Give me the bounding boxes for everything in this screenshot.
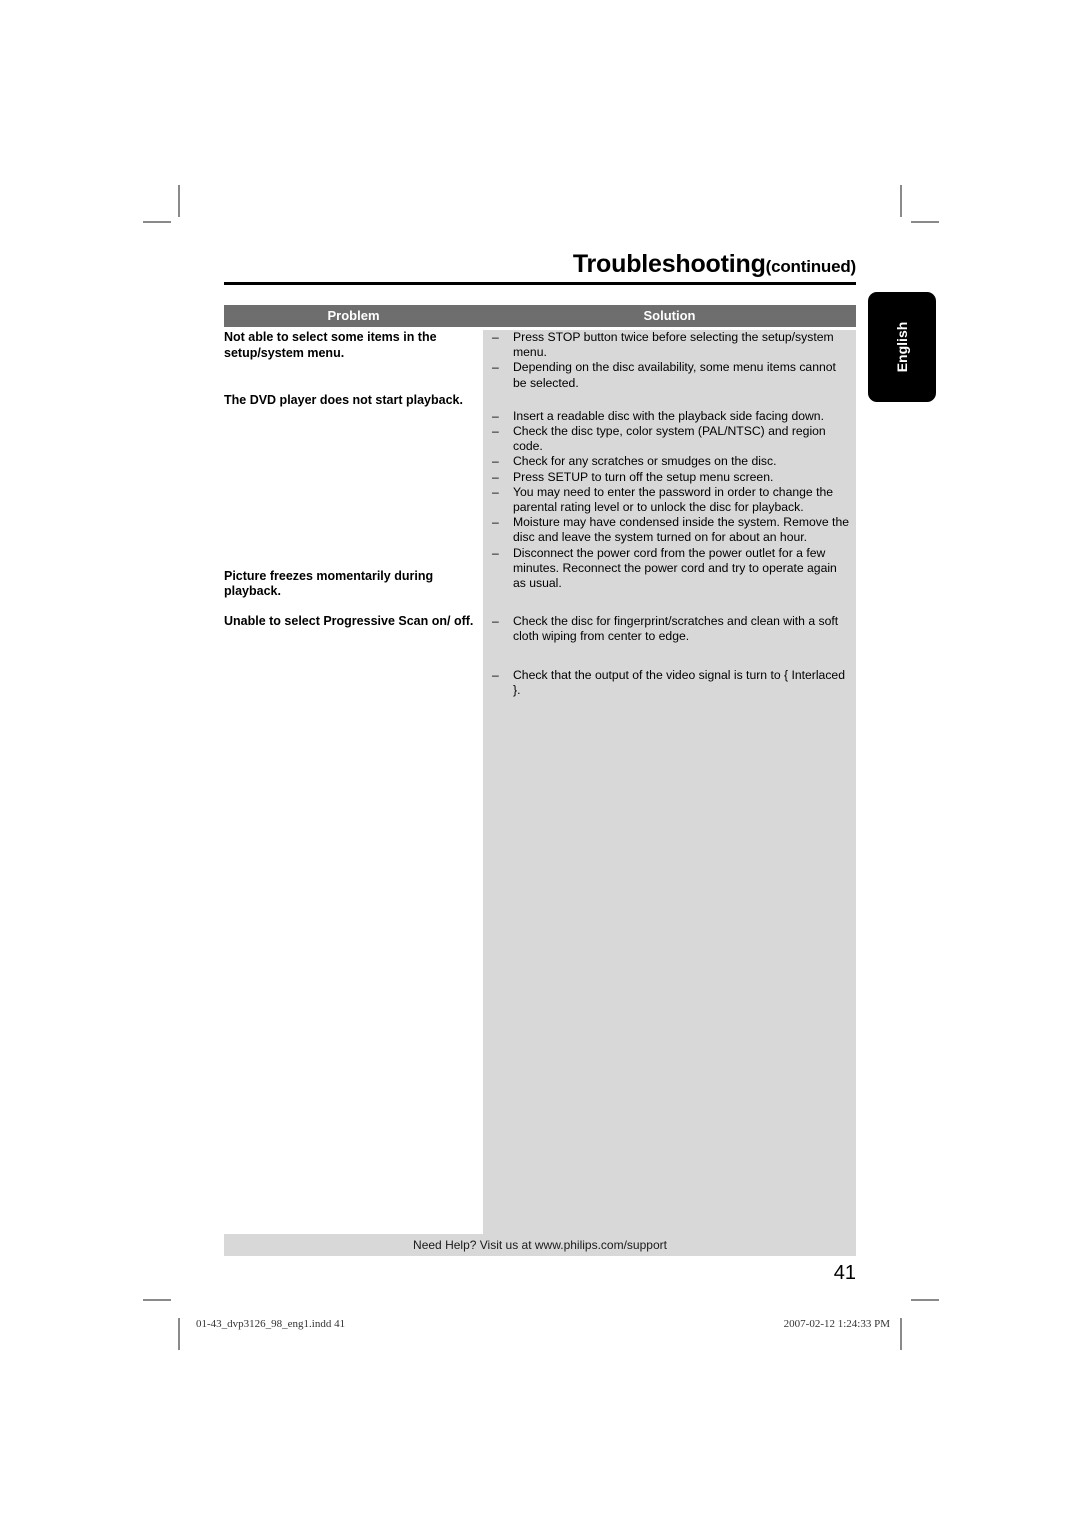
bullet-dash-icon: –: [492, 454, 499, 469]
solution-text: You may need to enter the password in or…: [513, 484, 834, 515]
solution-bullet: – Press STOP button twice before selecti…: [492, 330, 850, 360]
solution-group: – Check the disc for fingerprint/scratch…: [492, 614, 850, 644]
table-header: Problem Solution: [224, 305, 856, 327]
title-divider: [224, 282, 856, 285]
table-row-problem: Unable to select Progressive Scan on/ of…: [224, 613, 474, 628]
solution-text: Press STOP button twice before selecting…: [513, 330, 834, 360]
crop-mark-bottom-right-vertical: [900, 1318, 902, 1350]
solution-text: Check the disc type, color system (PAL/N…: [513, 424, 826, 454]
crop-mark-top-right-vertical: [900, 185, 902, 217]
solution-bullet: – You may need to enter the password in …: [492, 485, 850, 515]
table-row-problem: Picture freezes momentarily during playb…: [224, 568, 434, 599]
table-row-problem: Not able to select some items in the set…: [224, 330, 437, 360]
solution-bullet: – Depending on the disc availability, so…: [492, 360, 850, 390]
solution-bullet: – Check the disc type, color system (PAL…: [492, 424, 850, 454]
page-number: 41: [833, 1262, 856, 1284]
crop-mark-bottom-left-vertical: [178, 1318, 180, 1350]
solution-group: – Press STOP button twice before selecti…: [492, 330, 850, 391]
crop-mark-top-left-vertical: [178, 185, 180, 217]
crop-mark-top-left-horizontal: [143, 221, 171, 223]
solution-text: Check for any scratches or smudges on th…: [513, 454, 777, 469]
solution-text: Insert a readable disc with the playback…: [513, 408, 824, 423]
solution-text: Press SETUP to turn off the setup menu s…: [513, 469, 774, 484]
bullet-dash-icon: –: [492, 545, 499, 560]
column-header-solution: Solution: [643, 308, 696, 323]
solution-bullet: – Check for any scratches or smudges on …: [492, 454, 850, 469]
solution-group: – Insert a readable disc with the playba…: [492, 409, 850, 591]
production-slug-file: 01-43_dvp3126_98_eng1.indd 41: [196, 1318, 346, 1330]
column-header-problem: Problem: [327, 308, 380, 323]
page-title-main: Troubleshooting: [572, 250, 766, 278]
solution-bullet: – Press SETUP to turn off the setup menu…: [492, 470, 850, 485]
crop-mark-bottom-left-horizontal: [143, 1299, 171, 1301]
language-tab-label: English: [894, 321, 910, 373]
crop-mark-top-right-horizontal: [911, 221, 939, 223]
solution-bullet: – Moisture may have condensed inside the…: [492, 515, 850, 545]
problem-column: Not able to select some items in the set…: [224, 330, 476, 643]
language-tab-english: English: [868, 292, 936, 402]
bullet-dash-icon: –: [492, 614, 499, 629]
bullet-dash-icon: –: [492, 360, 499, 375]
bullet-dash-icon: –: [492, 515, 499, 530]
solution-bullet: – Check the disc for fingerprint/scratch…: [492, 614, 850, 644]
page-title-continued: (continued): [765, 257, 857, 276]
production-slug-timestamp: 2007-02-12 1:24:33 PM: [783, 1318, 890, 1330]
solution-text: Check the disc for fingerprint/scratches…: [513, 614, 839, 644]
footer-support-text: Need Help? Visit us at www.philips.com/s…: [413, 1238, 667, 1252]
table-row-problem: The DVD player does not start playback.: [224, 393, 463, 407]
footer-support-bar: Need Help? Visit us at www.philips.com/s…: [224, 1234, 856, 1256]
bullet-dash-icon: –: [492, 667, 499, 682]
solution-column: – Press STOP button twice before selecti…: [492, 330, 850, 698]
solution-text: Check that the output of the video signa…: [513, 667, 845, 697]
solution-bullet: – Check that the output of the video sig…: [492, 668, 850, 698]
bullet-dash-icon: –: [492, 408, 499, 423]
solution-bullet: – Insert a readable disc with the playba…: [492, 409, 850, 424]
bullet-dash-icon: –: [492, 424, 499, 439]
page-title: Troubleshooting(continued): [224, 250, 856, 279]
solution-text: Moisture may have condensed inside the s…: [513, 515, 850, 545]
solution-text: Disconnect the power cord from the power…: [513, 545, 837, 591]
solution-text: Depending on the disc availability, some…: [513, 360, 836, 390]
solution-group: – Check that the output of the video sig…: [492, 668, 850, 698]
bullet-dash-icon: –: [492, 484, 499, 499]
bullet-dash-icon: –: [492, 469, 499, 484]
bullet-dash-icon: –: [492, 330, 499, 344]
crop-mark-bottom-right-horizontal: [911, 1299, 939, 1301]
solution-bullet: – Disconnect the power cord from the pow…: [492, 546, 850, 592]
